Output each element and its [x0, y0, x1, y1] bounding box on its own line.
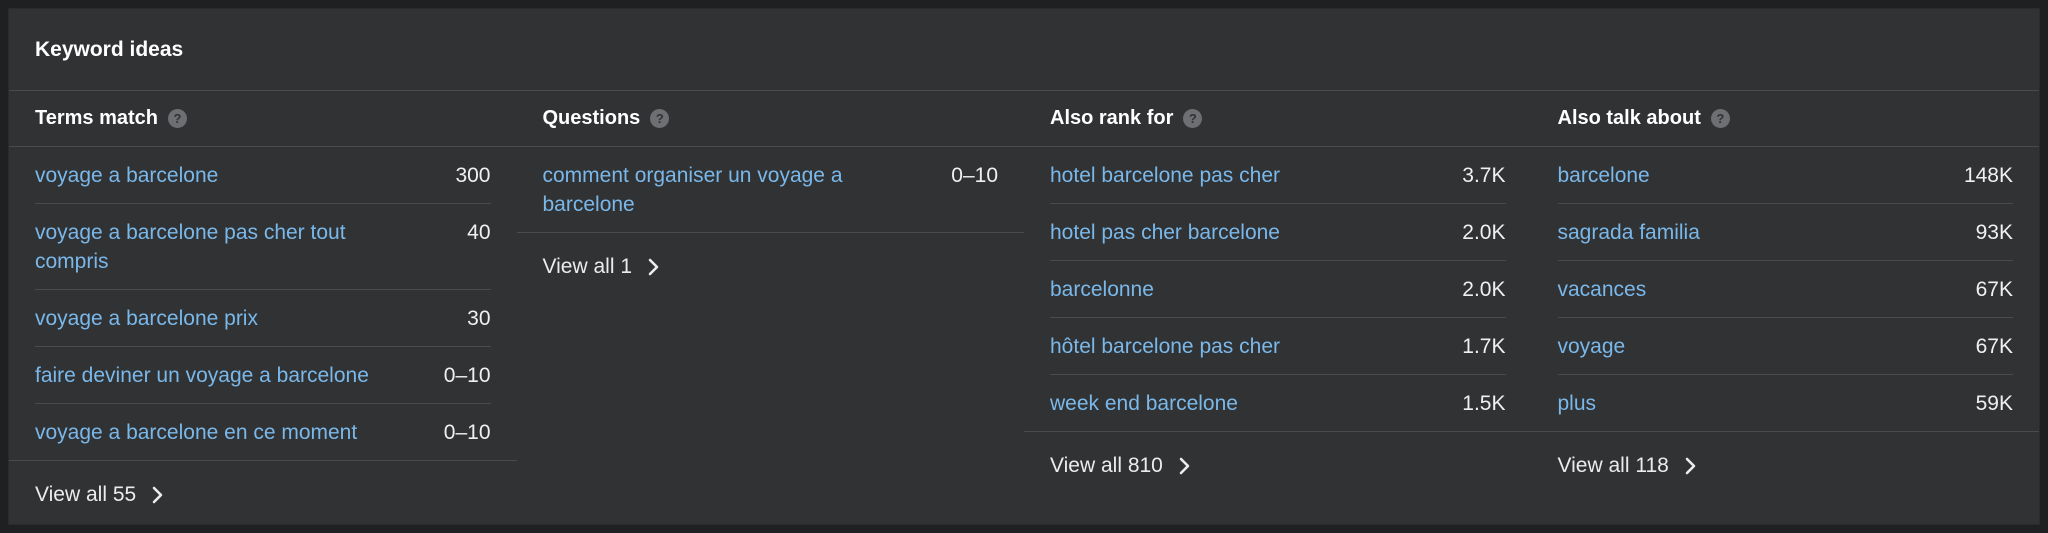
keyword-row: voyage a barcelone prix 30 [35, 290, 491, 347]
keyword-link[interactable]: hotel barcelone pas cher [1050, 161, 1280, 190]
keyword-row: barcelone 148K [1557, 147, 2013, 204]
search-volume: 0–10 [951, 164, 998, 187]
keyword-row: voyage a barcelone en ce moment 0–10 [35, 404, 491, 460]
keyword-link[interactable]: plus [1558, 389, 1597, 418]
chevron-right-icon [648, 258, 660, 276]
column-header: Also rank for ? [1024, 91, 1532, 147]
view-all-label: View all 1 [542, 255, 633, 278]
chevron-right-icon [1685, 457, 1697, 475]
help-icon[interactable]: ? [168, 109, 188, 128]
column-footer: View all 810 [1024, 431, 1532, 478]
search-volume: 30 [467, 307, 491, 330]
view-all-link[interactable]: View all 118 [1558, 454, 1697, 478]
search-volume: 59K [1975, 392, 2013, 415]
chevron-right-icon [1179, 457, 1191, 475]
chevron-right-icon [152, 486, 164, 504]
keyword-link[interactable]: faire deviner un voyage a barcelone [35, 361, 369, 390]
column-also-rank-for: Also rank for ? hotel barcelone pas cher… [1024, 91, 1532, 507]
keyword-row: sagrada familia 93K [1557, 204, 2013, 261]
keyword-row: voyage 67K [1557, 318, 2013, 375]
help-icon[interactable]: ? [1710, 109, 1730, 128]
column-footer: View all 55 [9, 460, 517, 507]
keyword-list: voyage a barcelone 300 voyage a barcelon… [9, 147, 517, 460]
keyword-columns: Terms match ? voyage a barcelone 300 voy… [9, 91, 2039, 507]
search-volume: 3.7K [1462, 164, 1506, 187]
keyword-row: vacances 67K [1557, 261, 2013, 318]
search-volume: 67K [1975, 278, 2013, 301]
view-all-link[interactable]: View all 1 [543, 255, 661, 279]
keyword-link[interactable]: voyage a barcelone [35, 161, 218, 190]
search-volume: 1.7K [1462, 335, 1506, 358]
panel-title: Keyword ideas [35, 37, 184, 61]
keyword-link[interactable]: barcelonne [1050, 275, 1154, 304]
keyword-row: plus 59K [1558, 375, 2014, 431]
keyword-link[interactable]: voyage a barcelone prix [35, 304, 258, 333]
column-title: Terms match [35, 107, 159, 129]
column-questions: Questions ? comment organiser un voyage … [516, 91, 1025, 507]
column-title: Questions [542, 107, 641, 129]
view-all-label: View all 810 [1050, 454, 1163, 477]
keyword-row: voyage a barcelone 300 [35, 147, 491, 204]
keyword-row: faire deviner un voyage a barcelone 0–10 [35, 347, 491, 404]
keyword-row: hotel barcelone pas cher 3.7K [1050, 147, 1506, 204]
help-icon[interactable]: ? [650, 109, 670, 128]
search-volume: 67K [1975, 335, 2013, 358]
column-also-talk-about: Also talk about ? barcelone 148K sagrada… [1531, 91, 2040, 507]
column-footer: View all 1 [516, 232, 1024, 279]
view-all-label: View all 55 [35, 483, 137, 506]
keyword-link[interactable]: voyage a barcelone pas cher tout compris [35, 218, 395, 276]
keyword-row: comment organiser un voyage a barcelone … [543, 147, 999, 232]
keyword-row: hotel pas cher barcelone 2.0K [1050, 204, 1506, 261]
search-volume: 0–10 [443, 421, 491, 444]
keyword-link[interactable]: vacances [1558, 275, 1647, 304]
keyword-ideas-panel: Keyword ideas Terms match ? voyage a bar… [8, 8, 2040, 525]
search-volume: 2.0K [1462, 278, 1506, 301]
keyword-row: barcelonne 2.0K [1050, 261, 1506, 318]
search-volume: 300 [455, 164, 491, 187]
search-volume: 40 [467, 221, 491, 244]
search-volume: 2.0K [1462, 221, 1506, 244]
panel-header: Keyword ideas [9, 9, 2039, 91]
keyword-link[interactable]: voyage a barcelone en ce moment [35, 418, 357, 447]
search-volume: 93K [1975, 221, 2013, 244]
keyword-link[interactable]: hôtel barcelone pas cher [1050, 332, 1280, 361]
view-all-link[interactable]: View all 55 [35, 483, 164, 507]
column-header: Terms match ? [9, 91, 517, 147]
keyword-row: voyage a barcelone pas cher tout compris… [35, 204, 491, 290]
column-terms-match: Terms match ? voyage a barcelone 300 voy… [9, 91, 517, 507]
keyword-list: hotel barcelone pas cher 3.7K hotel pas … [1024, 147, 1532, 431]
search-volume: 0–10 [443, 364, 491, 387]
keyword-link[interactable]: hotel pas cher barcelone [1050, 218, 1280, 247]
keyword-link[interactable]: week end barcelone [1050, 389, 1238, 418]
column-header: Also talk about ? [1531, 91, 2039, 147]
help-icon[interactable]: ? [1183, 109, 1203, 128]
view-all-link[interactable]: View all 810 [1050, 454, 1191, 478]
keyword-link[interactable]: barcelone [1558, 161, 1650, 190]
column-title: Also talk about [1557, 107, 1701, 129]
column-title: Also rank for [1050, 107, 1174, 129]
search-volume: 1.5K [1462, 392, 1506, 415]
column-footer: View all 118 [1531, 431, 2039, 478]
keyword-link[interactable]: voyage [1558, 332, 1626, 361]
keyword-link[interactable]: sagrada familia [1558, 218, 1700, 247]
keyword-row: hôtel barcelone pas cher 1.7K [1050, 318, 1506, 375]
keyword-row: week end barcelone 1.5K [1050, 375, 1506, 431]
keyword-list: barcelone 148K sagrada familia 93K vacan… [1532, 147, 2040, 431]
search-volume: 148K [1963, 164, 2013, 187]
column-header: Questions ? [516, 91, 1024, 147]
keyword-link[interactable]: comment organiser un voyage a barcelone [543, 161, 903, 219]
keyword-list: comment organiser un voyage a barcelone … [517, 147, 1025, 232]
view-all-label: View all 118 [1557, 454, 1669, 477]
